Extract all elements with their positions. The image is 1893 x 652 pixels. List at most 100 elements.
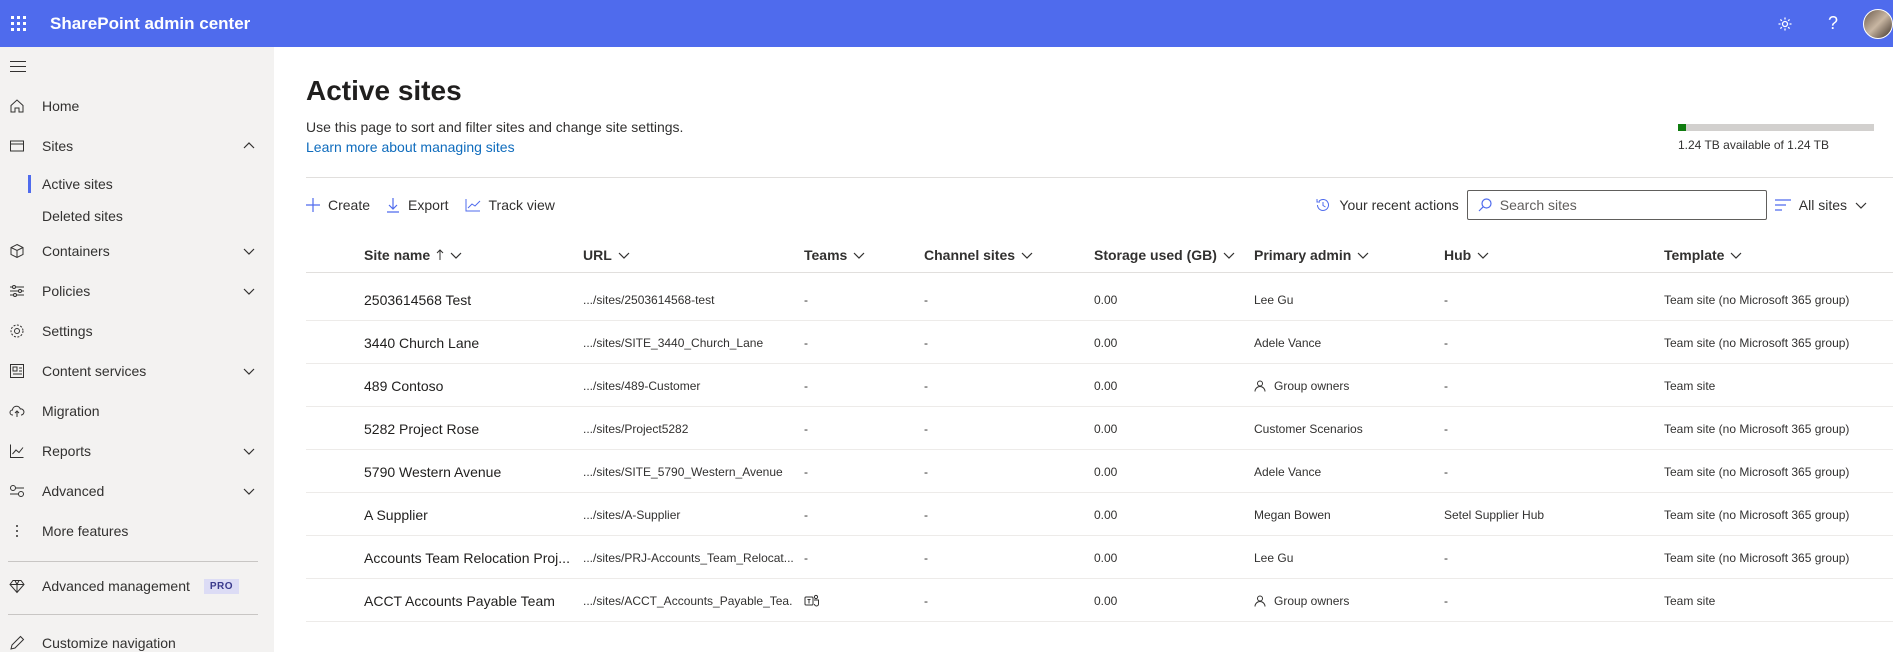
recent-actions-button[interactable]: Your recent actions: [1315, 189, 1459, 221]
cell-hub: -: [1444, 593, 1448, 608]
nav-settings[interactable]: Settings: [0, 315, 274, 347]
cell-primary-admin: Group owners: [1254, 579, 1434, 622]
help-icon[interactable]: ?: [1809, 0, 1857, 47]
table-row[interactable]: Accounts Team Relocation Proj... .../site…: [306, 536, 1893, 579]
nav-reports[interactable]: Reports: [0, 435, 274, 467]
cell-site-name[interactable]: 5790 Western Avenue: [364, 450, 574, 493]
sidebar-divider: [8, 614, 258, 615]
view-filter-dropdown[interactable]: All sites: [1774, 197, 1867, 213]
nav-label: More features: [42, 523, 129, 539]
table-row[interactable]: A Supplier .../sites/A-Supplier - - 0.00 Mega…: [306, 493, 1893, 536]
app-title[interactable]: SharePoint admin center: [50, 14, 250, 34]
sort-ascending-icon: [436, 249, 444, 260]
header-label: Channel sites: [924, 247, 1016, 263]
cell-primary-admin: Customer Scenarios: [1254, 421, 1363, 436]
app-launcher-icon[interactable]: [0, 0, 36, 47]
cell-site-name[interactable]: 489 Contoso: [364, 364, 574, 407]
table-row[interactable]: 489 Contoso .../sites/489-Customer - - 0.00 G…: [306, 364, 1893, 407]
cell-teams: -: [804, 464, 808, 479]
create-label: Create: [328, 197, 371, 213]
cell-template: Team site (no Microsoft 365 group): [1664, 464, 1850, 479]
command-bar: Create Export Track view Your recent act…: [306, 185, 1893, 225]
table-row[interactable]: 5790 Western Avenue .../sites/SITE_5790_W…: [306, 450, 1893, 493]
learn-more-link[interactable]: Learn more about managing sites: [306, 139, 515, 155]
cell-site-name[interactable]: 5282 Project Rose: [364, 407, 574, 450]
gear-icon[interactable]: [1761, 0, 1809, 47]
teams-icon: [804, 594, 819, 606]
col-hub[interactable]: Hub: [1444, 237, 1489, 273]
nav-label: Containers: [42, 243, 110, 259]
chevron-down-icon[interactable]: [242, 444, 256, 458]
nav-label: Reports: [42, 443, 92, 459]
history-icon: [1316, 199, 1330, 211]
nav-advanced[interactable]: Advanced: [0, 475, 274, 507]
chevron-down-icon: [450, 252, 462, 259]
col-primary-admin[interactable]: Primary admin: [1254, 237, 1369, 273]
chart-icon: [9, 443, 25, 459]
chevron-down-icon: [1855, 202, 1867, 209]
cell-site-name[interactable]: ACCT Accounts Payable Team: [364, 579, 574, 622]
cell-channel-sites: -: [924, 335, 928, 350]
col-channel-sites[interactable]: Channel sites: [924, 237, 1033, 273]
gear-icon: [9, 323, 25, 339]
cell-template: Team site (no Microsoft 365 group): [1664, 421, 1850, 436]
cell-hub: -: [1444, 550, 1448, 565]
nav-label: Policies: [42, 283, 91, 299]
nav-containers[interactable]: Containers: [0, 235, 274, 267]
nav-content-services[interactable]: Content services: [0, 355, 274, 387]
cell-site-name[interactable]: 2503614568 Test: [364, 278, 574, 321]
cell-url: .../sites/SITE_3440_Church_Lane: [583, 335, 764, 350]
nav-advanced-management[interactable]: Advanced management PRO: [0, 570, 274, 602]
storage-bar: [1678, 124, 1874, 131]
cell-url: .../sites/SITE_5790_Western_Avenue: [583, 464, 783, 479]
track-chart-icon: [465, 199, 480, 212]
chevron-down-icon[interactable]: [242, 284, 256, 298]
chevron-down-icon: [618, 252, 630, 259]
admin-name: Group owners: [1274, 593, 1350, 608]
nav-deleted-sites[interactable]: Deleted sites: [42, 202, 123, 230]
cell-url: .../sites/Project5282: [583, 421, 689, 436]
cell-teams: [804, 579, 904, 622]
col-url[interactable]: URL: [583, 237, 630, 273]
table-row[interactable]: 3440 Church Lane .../sites/SITE_3440_Chur…: [306, 321, 1893, 364]
cell-site-name[interactable]: A Supplier: [364, 493, 574, 536]
table-header: Site name URL Teams Channel sites Storag…: [306, 237, 1893, 273]
nav-migration[interactable]: Migration: [0, 395, 274, 427]
col-storage-used[interactable]: Storage used (GB): [1094, 237, 1235, 273]
person-icon: [1254, 595, 1266, 607]
cell-site-name[interactable]: 3440 Church Lane: [364, 321, 574, 364]
chevron-down-icon[interactable]: [242, 364, 256, 378]
table-row[interactable]: ACCT Accounts Payable Team .../sites/ACCT…: [306, 579, 1893, 622]
track-view-button[interactable]: Track view: [465, 189, 555, 221]
cell-channel-sites: -: [924, 593, 928, 608]
col-template[interactable]: Template: [1664, 237, 1742, 273]
nav-active-sites[interactable]: Active sites: [42, 170, 113, 198]
col-teams[interactable]: Teams: [804, 237, 865, 273]
chevron-down-icon[interactable]: [242, 484, 256, 498]
nav-home[interactable]: Home: [0, 90, 274, 122]
cell-url: .../sites/A-Supplier: [583, 507, 681, 522]
export-button[interactable]: Export: [386, 189, 449, 221]
search-input[interactable]: Search sites: [1466, 190, 1767, 220]
avatar[interactable]: [1863, 8, 1893, 39]
chevron-down-icon: [1223, 252, 1235, 259]
nav-sites[interactable]: Sites: [0, 130, 274, 162]
nav-policies[interactable]: Policies: [0, 275, 274, 307]
sidebar-divider: [8, 561, 258, 562]
nav-label: Customize navigation: [42, 635, 176, 651]
create-button[interactable]: Create: [306, 189, 370, 221]
header-label: Storage used (GB): [1094, 247, 1217, 263]
cell-storage: 0.00: [1094, 292, 1118, 307]
table-row[interactable]: 2503614568 Test .../sites/2503614568-test…: [306, 278, 1893, 321]
nav-customize-navigation[interactable]: Customize navigation: [0, 627, 274, 652]
nav-more-features[interactable]: More features: [0, 515, 274, 547]
cell-site-name[interactable]: Accounts Team Relocation Proj...: [364, 536, 574, 579]
col-site-name[interactable]: Site name: [364, 237, 462, 273]
table-row[interactable]: 5282 Project Rose .../sites/Project5282 - -…: [306, 407, 1893, 450]
hamburger-icon[interactable]: [10, 61, 26, 76]
cell-hub: -: [1444, 335, 1448, 350]
cell-template: Team site: [1664, 593, 1716, 608]
chevron-up-icon[interactable]: [242, 139, 256, 153]
chevron-down-icon[interactable]: [242, 244, 256, 258]
header-label: URL: [583, 247, 612, 263]
